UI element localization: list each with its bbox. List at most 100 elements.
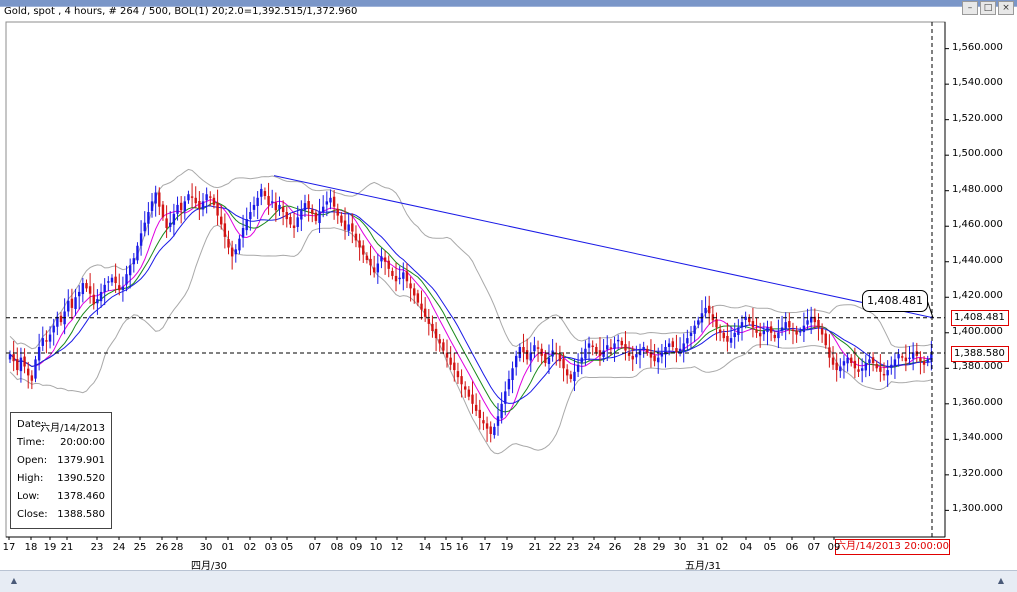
candle-body bbox=[697, 320, 700, 325]
candle-body bbox=[478, 409, 481, 419]
candle-body bbox=[245, 219, 248, 231]
x-tick-label: 05 bbox=[763, 542, 777, 553]
candle-body bbox=[85, 283, 88, 289]
candle-body bbox=[416, 293, 420, 303]
candle-body bbox=[584, 348, 587, 359]
candle-body bbox=[88, 286, 92, 294]
candle-body bbox=[289, 216, 292, 225]
candle-body bbox=[580, 357, 583, 363]
time-row: Time: 20:00:00 bbox=[17, 437, 109, 451]
candle-body bbox=[183, 201, 187, 212]
x-tick-label: 25 bbox=[133, 542, 147, 553]
candle-body bbox=[30, 375, 34, 381]
candle-body bbox=[223, 223, 227, 237]
candle-body bbox=[493, 426, 496, 436]
candle-body bbox=[274, 202, 278, 211]
candle-body bbox=[777, 332, 780, 339]
close-value: 1388.580 bbox=[57, 509, 105, 520]
candle-body bbox=[409, 283, 412, 289]
candle-body bbox=[689, 332, 693, 336]
candle-body bbox=[96, 299, 99, 304]
x-tick-label: 05 bbox=[280, 542, 294, 553]
candle-body bbox=[751, 321, 755, 328]
candle-body bbox=[70, 298, 74, 308]
candle-body bbox=[154, 192, 157, 204]
candle-body bbox=[758, 332, 762, 337]
candle-body bbox=[216, 202, 219, 216]
x-tick-label: 14 bbox=[418, 542, 432, 553]
candle-body bbox=[871, 357, 875, 363]
candle-body bbox=[613, 343, 616, 349]
candle-body bbox=[587, 343, 591, 348]
y-tick-label: 1,420.000 bbox=[952, 290, 1003, 302]
candle-body bbox=[271, 201, 274, 203]
candle-body bbox=[52, 325, 55, 333]
chart-info-header: Gold, spot , 4 hours, # 264 / 500, BOL(1… bbox=[4, 6, 358, 17]
candle-body bbox=[12, 354, 15, 362]
candle-body bbox=[573, 371, 576, 382]
candle-body bbox=[718, 329, 722, 333]
x-tick-label: 04 bbox=[739, 542, 753, 553]
x-tick-label: 16 bbox=[455, 542, 469, 553]
candle-body bbox=[569, 374, 573, 379]
y-tick-label: 1,500.000 bbox=[952, 148, 1003, 160]
candle-body bbox=[442, 342, 445, 351]
candle-body bbox=[398, 277, 401, 280]
x-tick-label: 26 bbox=[608, 542, 622, 553]
candle-body bbox=[252, 204, 256, 210]
plot-area bbox=[5, 21, 946, 538]
candle-body bbox=[817, 319, 820, 328]
candle-body bbox=[489, 426, 492, 434]
candle-body bbox=[143, 222, 146, 232]
candle-body bbox=[41, 338, 44, 346]
price-chart[interactable] bbox=[0, 0, 1017, 570]
candle-body bbox=[565, 369, 569, 376]
candle-body bbox=[369, 258, 372, 266]
candle-body bbox=[347, 224, 350, 231]
y-tick-label: 1,440.000 bbox=[952, 254, 1003, 266]
x-tick-label: 30 bbox=[199, 542, 213, 553]
close-key: Close: bbox=[17, 509, 48, 520]
candle-body bbox=[394, 275, 398, 282]
x-tick-label: 23 bbox=[90, 542, 104, 553]
scroll-left-icon[interactable]: ▲ bbox=[8, 575, 20, 587]
candle-body bbox=[784, 322, 787, 329]
y-tick-label: 1,520.000 bbox=[952, 112, 1003, 124]
candle-body bbox=[376, 263, 380, 273]
lower-line-price-label: 1,388.580 bbox=[951, 346, 1009, 362]
candle-body bbox=[682, 343, 685, 351]
candle-body bbox=[471, 394, 474, 404]
candle-body bbox=[8, 354, 12, 360]
candle-body bbox=[387, 260, 390, 269]
y-tick-label: 1,380.000 bbox=[952, 361, 1003, 373]
candle-body bbox=[733, 332, 736, 338]
horizontal-scrollbar[interactable]: ▲ ▲ bbox=[0, 570, 1017, 592]
candle-body bbox=[769, 326, 773, 333]
candle-body bbox=[835, 362, 838, 371]
candle-body bbox=[879, 367, 882, 372]
date-value: 六月/14/2013 bbox=[40, 423, 105, 434]
candle-body bbox=[263, 191, 267, 197]
candle-body bbox=[606, 345, 609, 350]
scroll-right-icon[interactable]: ▲ bbox=[995, 575, 1007, 587]
candle-body bbox=[773, 334, 776, 339]
x-tick-label: 06 bbox=[785, 542, 799, 553]
candle-body bbox=[474, 404, 478, 411]
candle-body bbox=[485, 423, 489, 429]
candle-body bbox=[165, 218, 168, 228]
candle-body bbox=[234, 249, 237, 255]
candle-body bbox=[209, 196, 212, 198]
candle-body bbox=[653, 355, 656, 362]
candle-body bbox=[59, 315, 63, 323]
candle-body bbox=[114, 276, 117, 284]
x-tick-label: 30 bbox=[673, 542, 687, 553]
y-tick-label: 1,300.000 bbox=[952, 503, 1003, 515]
crosshair-date-label: 六月/14/2013 20:00:00 bbox=[835, 539, 950, 555]
candle-body bbox=[238, 238, 241, 251]
x-tick-label: 26 bbox=[155, 542, 169, 553]
x-tick-label: 02 bbox=[243, 542, 257, 553]
candle-body bbox=[657, 357, 660, 363]
candle-body bbox=[296, 217, 299, 227]
candle-body bbox=[897, 354, 900, 359]
candle-body bbox=[92, 294, 95, 305]
